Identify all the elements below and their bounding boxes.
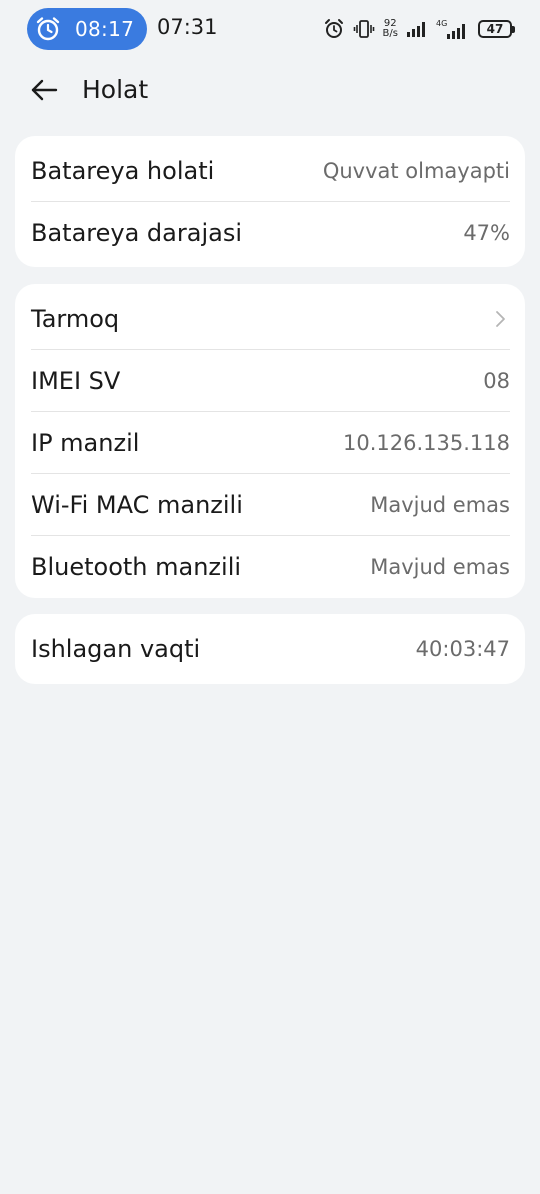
alarm-time: 08:17 [75,17,135,41]
battery-status-row: Batareya holati Quvvat olmayapti [31,140,510,201]
ip-address-label: IP manzil [31,428,140,457]
signal-4g-icon: 4G [436,18,470,40]
alarm-icon [36,17,60,41]
imei-sv-value: 08 [483,368,510,393]
ip-address-value: 10.126.135.118 [343,430,510,455]
battery-level: 47 [486,22,504,36]
uptime-value: 40:03:47 [415,636,510,661]
back-button[interactable] [22,72,70,108]
alarm-pill[interactable]: 08:17 [27,8,147,50]
wifi-mac-row: Wi-Fi MAC manzili Mavjud emas [31,473,510,535]
vibrate-icon [353,20,374,38]
battery-level-row: Batareya darajasi 47% [31,201,510,263]
battery-card: Batareya holati Quvvat olmayapti Batarey… [15,136,525,267]
battery-status-label: Batareya holati [31,156,215,185]
bluetooth-address-row: Bluetooth manzili Mavjud emas [31,535,510,597]
header: Holat [0,60,540,120]
imei-sv-label: IMEI SV [31,366,121,395]
battery-status-value: Quvvat olmayapti [322,158,510,183]
battery-level-label: Batareya darajasi [31,218,242,247]
bluetooth-address-value: Mavjud emas [370,554,510,579]
network-label: Tarmoq [31,304,120,333]
wifi-mac-value: Mavjud emas [370,492,510,517]
imei-sv-row: IMEI SV 08 [31,349,510,411]
wifi-mac-label: Wi-Fi MAC manzili [31,490,243,519]
speed-unit: B/s [382,28,398,39]
battery-level-value: 47% [463,220,510,245]
uptime-row: Ishlagan vaqti 40:03:47 [31,618,510,679]
network-card: Tarmoq IMEI SV 08 IP manzil 10.126.135.1… [15,284,525,598]
network-speed: 92 B/s [383,19,398,39]
arrow-left-icon [31,79,58,101]
clock-time: 07:31 [157,15,218,39]
ip-address-row: IP manzil 10.126.135.118 [31,411,510,473]
uptime-card: Ishlagan vaqti 40:03:47 [15,614,525,684]
uptime-label: Ishlagan vaqti [31,634,201,663]
status-bar: 08:17 07:31 92 B/s 4G 47 [0,0,540,58]
signal-icon [407,22,425,37]
status-icons: 92 B/s 4G 47 [323,14,515,44]
network-row[interactable]: Tarmoq [31,288,510,349]
battery-icon: 47 [478,20,515,38]
page-title: Holat [82,75,149,104]
alarm-status-icon [324,19,343,38]
bluetooth-address-label: Bluetooth manzili [31,552,242,581]
chevron-right-icon [496,310,505,327]
